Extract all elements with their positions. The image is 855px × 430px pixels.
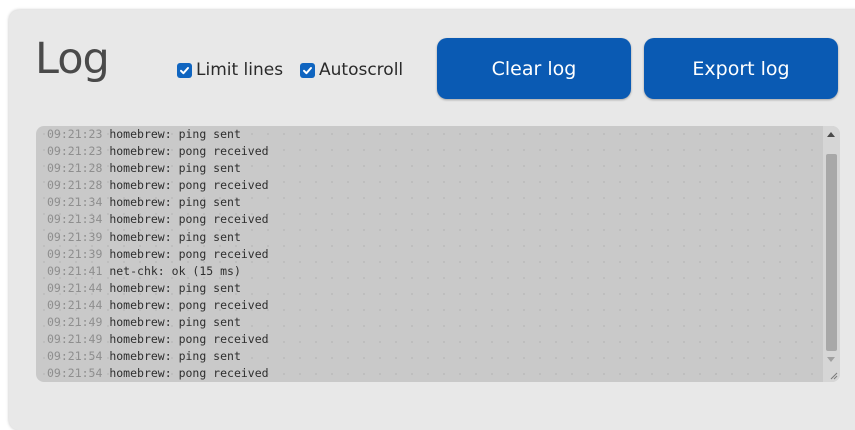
log-line-message: homebrew: pong received xyxy=(109,246,269,261)
log-line: 09:21:49 homebrew: pong received xyxy=(47,331,269,348)
autoscroll-option[interactable]: Autoscroll xyxy=(300,60,403,80)
autoscroll-label[interactable]: Autoscroll xyxy=(319,60,403,80)
log-line-message: homebrew: ping sent xyxy=(109,229,241,244)
check-icon xyxy=(303,66,312,74)
log-line-time: 09:21:23 xyxy=(47,144,103,159)
log-line-message: homebrew: ping sent xyxy=(109,280,241,295)
log-line-time: 09:21:23 xyxy=(47,127,103,141)
log-line-message: homebrew: ping sent xyxy=(109,195,241,210)
log-line: 09:21:41 net-chk: ok (15 ms) xyxy=(47,263,269,280)
log-line: 09:21:54 homebrew: ping sent xyxy=(47,348,269,365)
log-line: 09:21:54 homebrew: pong received xyxy=(47,365,269,382)
log-line-message: homebrew: pong received xyxy=(109,297,269,312)
log-line-time: 09:21:41 xyxy=(47,263,103,278)
log-line-message: homebrew: ping sent xyxy=(109,127,241,141)
resize-grip-icon[interactable] xyxy=(828,370,838,380)
limit-lines-label[interactable]: Limit lines xyxy=(196,60,283,80)
scrollbar-thumb[interactable] xyxy=(826,154,837,351)
arrow-up-icon[interactable] xyxy=(827,132,835,137)
log-line: 09:21:44 homebrew: ping sent xyxy=(47,280,269,297)
log-line: 09:21:44 homebrew: pong received xyxy=(47,297,269,314)
log-line-time: 09:21:34 xyxy=(47,212,103,227)
log-line-time: 09:21:49 xyxy=(47,315,103,330)
log-line: 09:21:34 homebrew: pong received xyxy=(47,211,269,228)
limit-lines-checkbox[interactable] xyxy=(177,62,192,78)
limit-lines-option[interactable]: Limit lines xyxy=(177,60,283,80)
log-line-message: homebrew: pong received xyxy=(109,366,269,381)
log-line: 09:21:23 homebrew: pong received xyxy=(47,143,269,160)
log-line: 09:21:39 homebrew: ping sent xyxy=(47,229,269,246)
log-line-time: 09:21:34 xyxy=(47,195,103,210)
log-line-time: 09:21:54 xyxy=(47,349,103,364)
page-title: Log xyxy=(35,34,110,84)
log-line-message: homebrew: pong received xyxy=(109,144,269,159)
log-line-message: homebrew: ping sent xyxy=(109,161,241,176)
arrow-down-icon[interactable] xyxy=(827,357,835,362)
log-lines: 09:21:23 homebrew: ping sent 09:21:23 hom… xyxy=(47,126,269,382)
log-line-time: 09:21:44 xyxy=(47,280,103,295)
log-line-time: 09:21:39 xyxy=(47,229,103,244)
log-line-time: 09:21:28 xyxy=(47,161,103,176)
log-line: 09:21:28 homebrew: pong received xyxy=(47,177,269,194)
log-line-message: homebrew: pong received xyxy=(109,178,269,193)
log-line-message: net-chk: ok (15 ms) xyxy=(109,263,241,278)
autoscroll-checkbox[interactable] xyxy=(300,62,315,78)
log-line-time: 09:21:49 xyxy=(47,332,103,347)
log-line-message: homebrew: pong received xyxy=(109,332,269,347)
log-line-time: 09:21:39 xyxy=(47,246,103,261)
log-line-time: 09:21:54 xyxy=(47,366,103,381)
log-line-time: 09:21:44 xyxy=(47,297,103,312)
log-line: 09:21:34 homebrew: ping sent xyxy=(47,194,269,211)
log-line-message: homebrew: ping sent xyxy=(109,349,241,364)
check-icon xyxy=(180,66,189,74)
clear-log-button[interactable]: Clear log xyxy=(437,38,631,99)
log-line-time: 09:21:28 xyxy=(47,178,103,193)
log-line: 09:21:23 homebrew: ping sent xyxy=(47,126,269,143)
log-line: 09:21:49 homebrew: ping sent xyxy=(47,314,269,331)
log-line-message: homebrew: pong received xyxy=(109,212,269,227)
log-line: 09:21:28 homebrew: ping sent xyxy=(47,160,269,177)
log-line-message: homebrew: ping sent xyxy=(109,315,241,330)
log-output[interactable]: 09:21:23 homebrew: ping sent 09:21:23 hom… xyxy=(36,126,840,382)
export-log-button[interactable]: Export log xyxy=(644,38,838,99)
log-line: 09:21:39 homebrew: pong received xyxy=(47,246,269,263)
scrollbar[interactable] xyxy=(823,126,840,382)
